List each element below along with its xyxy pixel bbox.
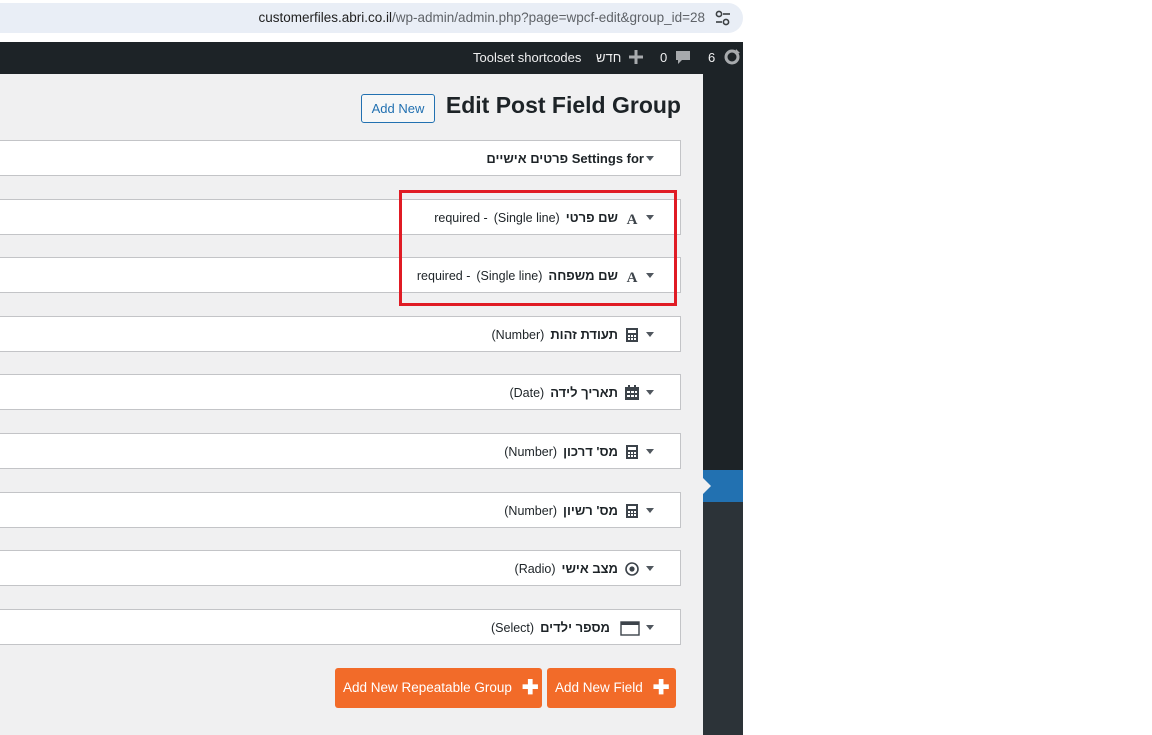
url-path: /wp-admin/admin.php?page=wpcf-edit&group…: [392, 10, 705, 25]
field-row-content: A שם משפחה (Single line) required -: [417, 258, 640, 294]
field-name: מספר ילדים: [540, 620, 610, 635]
field-required: required -: [416, 269, 471, 283]
url-text: customerfiles.abri.co.il/wp-admin/admin.…: [258, 10, 705, 25]
field-name: תאריך לידה: [550, 385, 618, 400]
browser-url-bar: customerfiles.abri.co.il/wp-admin/admin.…: [0, 0, 743, 36]
select-icon: [620, 621, 640, 636]
chevron-down-icon[interactable]: [646, 566, 654, 571]
add-repeatable-group-label: Add New Repeatable Group: [343, 680, 512, 695]
address-field[interactable]: customerfiles.abri.co.il/wp-admin/admin.…: [0, 3, 743, 33]
field-name: שם פרטי: [565, 210, 618, 225]
add-new-button[interactable]: Add New: [361, 94, 435, 123]
field-row[interactable]: תעודת זהות (Number): [0, 316, 681, 352]
field-type: (Number): [504, 504, 558, 518]
sidebar-lower: [703, 502, 743, 735]
text-icon: A: [627, 270, 638, 284]
field-name: מס' רשיון: [563, 503, 618, 518]
svg-text:A: A: [627, 270, 638, 284]
chevron-down-icon[interactable]: [646, 273, 654, 278]
field-row-content: מספר ילדים (Select): [491, 610, 640, 646]
field-row-content: A שם פרטי (Single line) required -: [434, 200, 640, 236]
text-icon: A: [627, 212, 638, 226]
chevron-down-icon[interactable]: [646, 625, 654, 630]
field-type: (Select): [491, 621, 535, 635]
toolset-label: Toolset shortcodes: [473, 50, 582, 65]
group-name: פרטים אישיים: [486, 151, 569, 166]
chevron-down-icon[interactable]: [646, 156, 654, 161]
plus-icon: [628, 50, 643, 64]
add-field-label: Add New Field: [555, 680, 643, 695]
field-type: (Radio): [514, 562, 556, 576]
field-row[interactable]: מספר ילדים (Select): [0, 609, 681, 645]
url-host: customerfiles.abri.co.il: [258, 10, 393, 25]
field-type: (Date): [509, 386, 545, 400]
comments-menu[interactable]: 0: [660, 42, 691, 74]
add-field-button[interactable]: Add New Field ✚: [547, 668, 676, 708]
calendar-icon: [625, 385, 639, 400]
field-row-content: מצב אישי (Radio): [515, 551, 640, 587]
field-row[interactable]: A שם משפחה (Single line) required -: [0, 257, 681, 293]
chevron-down-icon[interactable]: [646, 449, 654, 454]
updates-menu[interactable]: 6: [708, 42, 741, 74]
calculator-icon: [626, 445, 638, 459]
comments-count: 0: [660, 50, 668, 65]
toolset-shortcodes-menu[interactable]: Toolset shortcodes: [473, 42, 581, 74]
chevron-down-icon[interactable]: [646, 390, 654, 395]
main-content: Add New Edit Post Field Group פרטים אישי…: [0, 74, 703, 735]
add-repeatable-group-button[interactable]: Add New Repeatable Group ✚: [335, 668, 542, 708]
field-row[interactable]: תאריך לידה (Date): [0, 374, 681, 410]
field-row-content: מס' רשיון (Number): [504, 493, 640, 529]
svg-text:A: A: [627, 212, 638, 226]
field-name: שם משפחה: [548, 268, 618, 283]
admin-sidebar: [703, 74, 743, 735]
chevron-down-icon[interactable]: [646, 215, 654, 220]
refresh-icon: [724, 49, 740, 65]
calculator-icon: [626, 504, 638, 518]
active-arrow-icon: [703, 478, 711, 494]
calculator-icon: [626, 328, 638, 342]
settings-box[interactable]: פרטים אישיים Settings for: [0, 140, 681, 176]
field-row-content: תאריך לידה (Date): [509, 375, 640, 411]
field-row-content: מס' דרכון (Number): [504, 434, 640, 470]
settings-header: פרטים אישיים Settings for: [486, 141, 644, 177]
field-name: מס' דרכון: [563, 444, 618, 459]
new-content-menu[interactable]: חדש: [596, 42, 643, 74]
plus-icon: ✚: [521, 677, 539, 699]
field-row[interactable]: A שם פרטי (Single line) required -: [0, 199, 681, 235]
comment-bubble-icon: [675, 51, 690, 64]
settings-label: Settings for: [571, 151, 644, 166]
field-row-content: תעודת זהות (Number): [492, 317, 640, 353]
field-name: מצב אישי: [561, 561, 618, 576]
field-type: (Number): [491, 328, 545, 342]
radio-icon: [625, 562, 639, 576]
wp-admin-bar: Toolset shortcodes חדש 0 6: [0, 42, 743, 74]
page-title: Edit Post Field Group: [445, 92, 681, 118]
blank-area: [743, 0, 1152, 735]
field-type: (Number): [504, 445, 558, 459]
field-required: required -: [434, 211, 488, 225]
plus-icon: ✚: [652, 677, 670, 699]
new-label: חדש: [596, 50, 622, 65]
updates-count: 6: [708, 50, 716, 65]
field-row[interactable]: מס' רשיון (Number): [0, 492, 681, 528]
field-name: תעודת זהות: [550, 327, 618, 342]
field-type: (Single line): [493, 211, 560, 225]
chevron-down-icon[interactable]: [646, 332, 654, 337]
chevron-down-icon[interactable]: [646, 508, 654, 513]
field-row[interactable]: מצב אישי (Radio): [0, 550, 681, 586]
field-type: (Single line): [476, 269, 543, 283]
field-row[interactable]: מס' דרכון (Number): [0, 433, 681, 469]
site-settings-icon[interactable]: [713, 9, 733, 27]
